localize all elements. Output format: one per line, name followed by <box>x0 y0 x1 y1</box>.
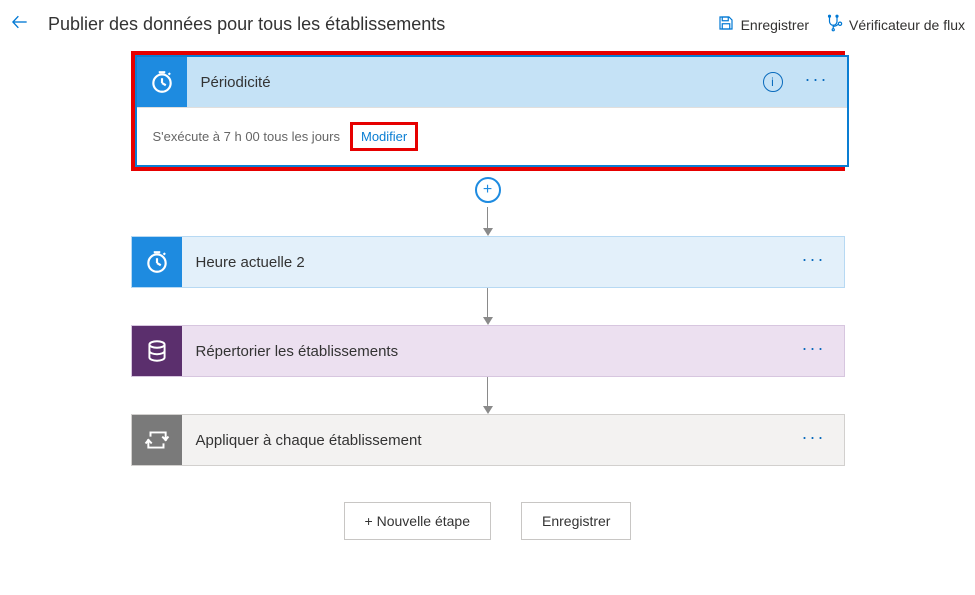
more-menu[interactable]: ··· <box>802 250 826 268</box>
step-apply-each-title: Appliquer à chaque établissement <box>182 432 802 449</box>
step-apply-each-header[interactable]: Appliquer à chaque établissement ··· <box>132 415 844 465</box>
save-action-label: Enregistrer <box>741 17 809 33</box>
step-current-time[interactable]: Heure actuelle 2 ··· <box>131 236 845 288</box>
flow-checker-action[interactable]: Vérificateur de flux <box>825 14 965 35</box>
step-periodicity[interactable]: Périodicité i ··· S'exécute à 7 h 00 tou… <box>135 55 849 167</box>
footer-actions: + Nouvelle étape Enregistrer <box>344 502 632 540</box>
connector-arrow <box>483 377 493 414</box>
add-step-button[interactable]: + <box>475 177 501 203</box>
top-bar-left: Publier des données pour tous les établi… <box>6 12 445 37</box>
step-list-establishments-header[interactable]: Répertorier les établissements ··· <box>132 326 844 376</box>
step-apply-each-actions: ··· <box>802 431 844 449</box>
connector-arrow <box>483 288 493 325</box>
step-apply-each[interactable]: Appliquer à chaque établissement ··· <box>131 414 845 466</box>
step-periodicity-actions: i ··· <box>763 72 847 92</box>
info-icon[interactable]: i <box>763 72 783 92</box>
new-step-button[interactable]: + Nouvelle étape <box>344 502 491 540</box>
step-list-establishments-title: Répertorier les établissements <box>182 343 802 360</box>
modify-link[interactable]: Modifier <box>350 122 418 151</box>
step-list-establishments[interactable]: Répertorier les établissements ··· <box>131 325 845 377</box>
highlight-box-step1: Périodicité i ··· S'exécute à 7 h 00 tou… <box>131 51 845 171</box>
schedule-text: S'exécute à 7 h 00 tous les jours <box>153 129 340 144</box>
step-current-time-actions: ··· <box>802 253 844 271</box>
more-menu[interactable]: ··· <box>802 339 826 357</box>
back-arrow-icon[interactable] <box>6 12 34 37</box>
clock-icon <box>137 57 187 107</box>
step-periodicity-header[interactable]: Périodicité i ··· <box>137 57 847 107</box>
top-bar-right: Enregistrer Vérificateur de flux <box>717 14 965 35</box>
save-action[interactable]: Enregistrer <box>717 14 809 35</box>
step-current-time-title: Heure actuelle 2 <box>182 254 802 271</box>
save-button[interactable]: Enregistrer <box>521 502 631 540</box>
step-list-establishments-actions: ··· <box>802 342 844 360</box>
page-title: Publier des données pour tous les établi… <box>48 14 445 35</box>
step-periodicity-title: Périodicité <box>187 74 763 91</box>
step-periodicity-body: S'exécute à 7 h 00 tous les jours Modifi… <box>137 107 847 165</box>
more-menu[interactable]: ··· <box>802 428 826 446</box>
clock-icon <box>132 237 182 287</box>
top-bar: Publier des données pour tous les établi… <box>0 0 975 51</box>
flow-canvas: Périodicité i ··· S'exécute à 7 h 00 tou… <box>0 51 975 540</box>
save-icon <box>717 14 735 35</box>
connector-arrow <box>483 207 493 236</box>
step-current-time-header[interactable]: Heure actuelle 2 ··· <box>132 237 844 287</box>
flow-checker-label: Vérificateur de flux <box>849 17 965 33</box>
flow-column: Périodicité i ··· S'exécute à 7 h 00 tou… <box>131 51 845 540</box>
loop-icon <box>132 415 182 465</box>
flow-checker-icon <box>825 14 843 35</box>
database-icon <box>132 326 182 376</box>
more-menu[interactable]: ··· <box>805 70 829 88</box>
